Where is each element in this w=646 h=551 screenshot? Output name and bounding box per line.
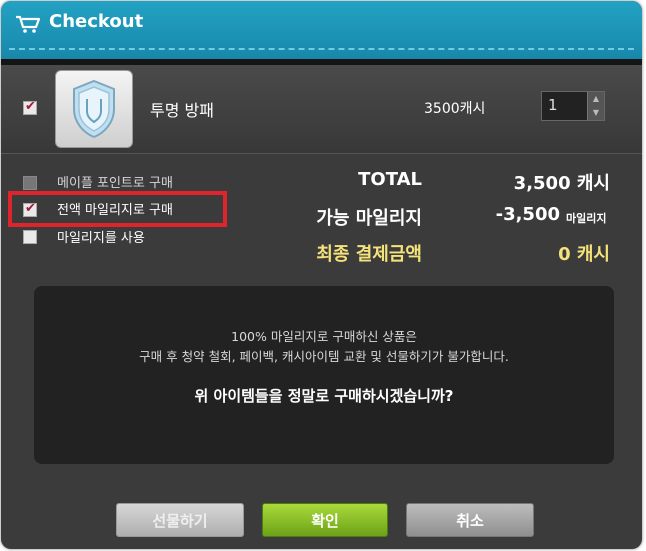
quantity-stepper[interactable]: 1 ▲ ▼ bbox=[541, 91, 605, 121]
increment-icon[interactable]: ▲ bbox=[588, 92, 604, 106]
highlight-box bbox=[8, 191, 227, 227]
mileage-unit: 마일리지 bbox=[566, 212, 607, 225]
quantity-spin-buttons[interactable]: ▲ ▼ bbox=[587, 92, 604, 120]
total-label: TOTAL bbox=[358, 169, 422, 190]
title-bar[interactable]: Checkout bbox=[1, 1, 642, 59]
cancel-button[interactable]: 취소 bbox=[406, 503, 534, 537]
notice-panel: 100% 마일리지로 구매하신 상품은 구매 후 청약 철회, 페이백, 캐시아… bbox=[34, 286, 614, 464]
confirm-button[interactable]: 확인 bbox=[262, 503, 388, 537]
title-divider bbox=[9, 48, 634, 50]
item-checkbox[interactable] bbox=[23, 99, 37, 115]
use-mileage-checkbox[interactable] bbox=[23, 230, 37, 244]
decrement-icon[interactable]: ▼ bbox=[588, 106, 604, 120]
mileage-value: -3,500 bbox=[495, 204, 560, 225]
notice-line-1: 100% 마일리지로 구매하신 상품은 bbox=[231, 329, 417, 344]
notice-line-2: 구매 후 청약 철회, 페이백, 캐시아이템 교환 및 선물하기가 불가합니다. bbox=[139, 349, 509, 364]
cart-icon bbox=[16, 15, 41, 33]
final-amount-label: 최종 결제금액 bbox=[316, 244, 422, 265]
maple-points-option-label: 메이플 포인트로 구매 bbox=[57, 176, 173, 191]
item-price: 3500캐시 bbox=[424, 101, 486, 117]
mileage-label: 가능 마일리지 bbox=[316, 208, 422, 229]
maple-points-checkbox[interactable] bbox=[23, 176, 37, 190]
total-value: 3,500 캐시 bbox=[513, 173, 610, 194]
use-mileage-option-label: 마일리지를 사용 bbox=[57, 231, 145, 246]
window-title: Checkout bbox=[49, 11, 144, 32]
shield-icon bbox=[73, 79, 115, 139]
quantity-value[interactable]: 1 bbox=[548, 96, 558, 114]
item-thumbnail bbox=[55, 70, 133, 148]
final-amount-value: 0 캐시 bbox=[558, 244, 610, 265]
gift-button[interactable]: 선물하기 bbox=[116, 503, 244, 537]
confirm-question: 위 아이템들을 정말로 구매하시겠습니까? bbox=[194, 387, 454, 405]
item-name: 투명 방패 bbox=[150, 101, 214, 120]
